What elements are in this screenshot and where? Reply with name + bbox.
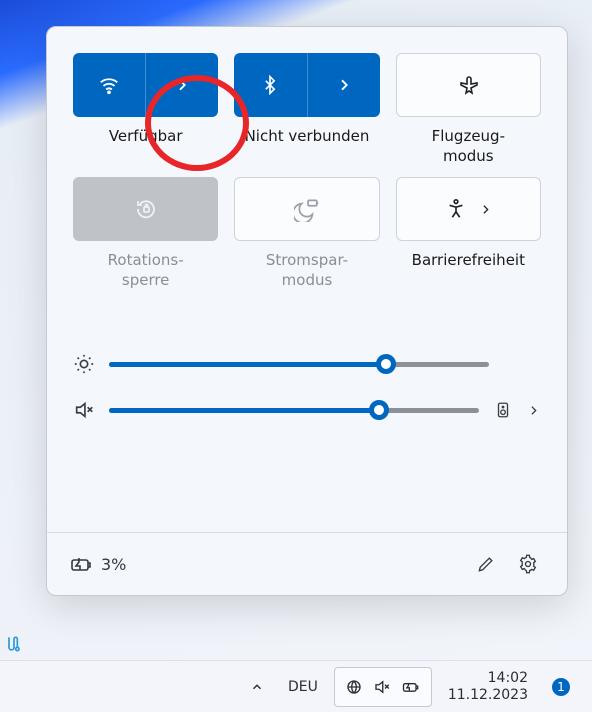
wifi-toggle[interactable]: [73, 53, 146, 117]
system-tray[interactable]: [334, 667, 432, 707]
chevron-right-icon: [479, 203, 492, 216]
bluetooth-label: Nicht verbunden: [245, 127, 370, 169]
clock-time: 14:02: [448, 670, 528, 687]
settings-button[interactable]: [511, 547, 545, 581]
battery-tray-icon: [401, 677, 421, 697]
airplane-tile[interactable]: [396, 53, 541, 117]
tiles-grid: Verfügbar Nicht verbunden: [47, 27, 567, 319]
language-text: DEU: [288, 679, 318, 695]
bluetooth-icon: [260, 75, 280, 95]
language-indicator[interactable]: DEU: [280, 667, 326, 707]
clock[interactable]: 14:02 11.12.2023: [440, 667, 536, 707]
battery-saver-cell: Stromspar- modus: [234, 177, 379, 293]
battery-saver-icon: [294, 196, 320, 222]
bluetooth-cell: Nicht verbunden: [234, 53, 379, 169]
clock-date: 11.12.2023: [448, 687, 528, 704]
battery-icon[interactable]: [69, 552, 93, 576]
notifications-button[interactable]: 1: [544, 667, 578, 707]
rotation-lock-icon: [134, 197, 158, 221]
panel-footer: 3%: [47, 532, 567, 595]
chevron-right-icon: [336, 77, 352, 93]
sliders-area: [47, 319, 567, 465]
brightness-slider[interactable]: [109, 354, 489, 374]
volume-mute-tray-icon: [373, 678, 391, 696]
notification-count: 1: [552, 678, 570, 696]
rotation-lock-label: Rotations- sperre: [108, 251, 184, 293]
accessibility-cell: Barrierefreiheit: [396, 177, 541, 293]
output-device-button[interactable]: [493, 401, 513, 419]
rotation-lock-cell: Rotations- sperre: [73, 177, 218, 293]
edit-button[interactable]: [469, 547, 503, 581]
bluetooth-expand[interactable]: [308, 53, 380, 117]
volume-expand[interactable]: [527, 404, 541, 417]
desktop-stray-icon: [4, 634, 24, 654]
wifi-icon: [98, 74, 120, 96]
bluetooth-toggle[interactable]: [234, 53, 307, 117]
airplane-cell: Flugzeug- modus: [396, 53, 541, 169]
wifi-cell: Verfügbar: [73, 53, 218, 169]
battery-saver-label: Stromspar- modus: [266, 251, 348, 293]
chevron-right-icon: [174, 77, 190, 93]
accessibility-icon: [445, 198, 467, 220]
battery-saver-tile[interactable]: [234, 177, 379, 241]
battery-percentage: 3%: [101, 555, 126, 574]
wifi-expand[interactable]: [146, 53, 218, 117]
taskbar: DEU 14:02 11.12.2023 1: [0, 660, 592, 712]
bluetooth-tile[interactable]: [234, 53, 379, 117]
tray-overflow-button[interactable]: [242, 667, 272, 707]
brightness-row: [73, 353, 541, 375]
volume-row: [73, 399, 541, 421]
quick-settings-panel: Verfügbar Nicht verbunden: [46, 26, 568, 596]
airplane-icon: [456, 73, 480, 97]
wifi-label: Verfügbar: [109, 127, 183, 169]
wifi-tile[interactable]: [73, 53, 218, 117]
volume-mute-icon: [73, 399, 95, 421]
volume-slider[interactable]: [109, 400, 479, 420]
airplane-label: Flugzeug- modus: [432, 127, 505, 169]
brightness-icon: [73, 353, 95, 375]
network-icon: [345, 678, 363, 696]
rotation-lock-tile: [73, 177, 218, 241]
accessibility-label: Barrierefreiheit: [412, 251, 525, 293]
accessibility-tile[interactable]: [396, 177, 541, 241]
